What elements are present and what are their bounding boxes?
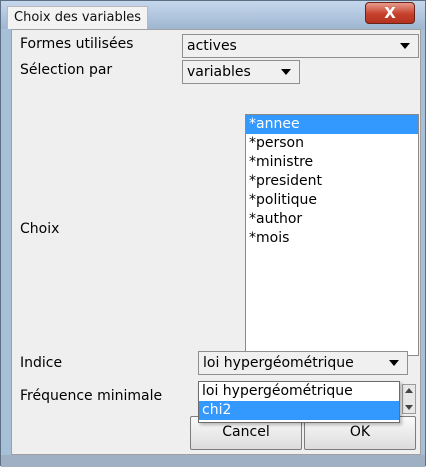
- close-icon: X: [384, 4, 396, 22]
- indice-option[interactable]: loi hypergéométrique: [199, 382, 399, 401]
- choix-list-item[interactable]: *politique: [246, 191, 418, 210]
- choix-list-item[interactable]: *annee: [246, 115, 418, 134]
- chevron-down-icon: [389, 360, 399, 366]
- indice-select-value: loi hypergéométrique: [203, 355, 354, 371]
- formes-select-value: actives: [187, 38, 237, 54]
- dialog-body: Formes utilisées actives Sélection par v…: [11, 29, 421, 455]
- frequence-spinner[interactable]: [402, 384, 416, 414]
- choix-list-item[interactable]: *mois: [246, 229, 418, 248]
- window-bottom-edge: [1, 455, 425, 467]
- selection-select[interactable]: variables: [182, 60, 300, 84]
- spinner-down-icon[interactable]: [405, 405, 413, 410]
- indice-label: Indice: [20, 355, 63, 371]
- choix-list-item[interactable]: *person: [246, 134, 418, 153]
- formes-select[interactable]: actives: [182, 34, 419, 58]
- indice-select[interactable]: loi hypergéométrique: [198, 351, 408, 375]
- choix-list-item[interactable]: *president: [246, 172, 418, 191]
- chevron-down-icon: [281, 69, 291, 75]
- choix-list-item[interactable]: *author: [246, 210, 418, 229]
- choix-label: Choix: [20, 221, 60, 237]
- dialog-window: Choix des variables X Formes utilisées a…: [0, 0, 426, 467]
- chevron-down-icon: [400, 43, 410, 49]
- choix-listbox[interactable]: *annee *person *ministre *president *politiq…: [245, 114, 419, 356]
- spinner-up-icon[interactable]: [405, 388, 413, 393]
- indice-option[interactable]: chi2: [199, 401, 399, 420]
- choix-list-item[interactable]: *ministre: [246, 153, 418, 172]
- selection-select-value: variables: [187, 64, 251, 80]
- indice-dropdown-list[interactable]: loi hypergéométrique chi2: [198, 381, 400, 423]
- title-bar[interactable]: Choix des variables X: [1, 1, 425, 29]
- close-button[interactable]: X: [365, 2, 415, 24]
- frequence-label: Fréquence minimale: [20, 388, 163, 404]
- formes-label: Formes utilisées: [20, 36, 134, 52]
- selection-label: Sélection par: [20, 62, 113, 78]
- window-title: Choix des variables: [7, 6, 149, 29]
